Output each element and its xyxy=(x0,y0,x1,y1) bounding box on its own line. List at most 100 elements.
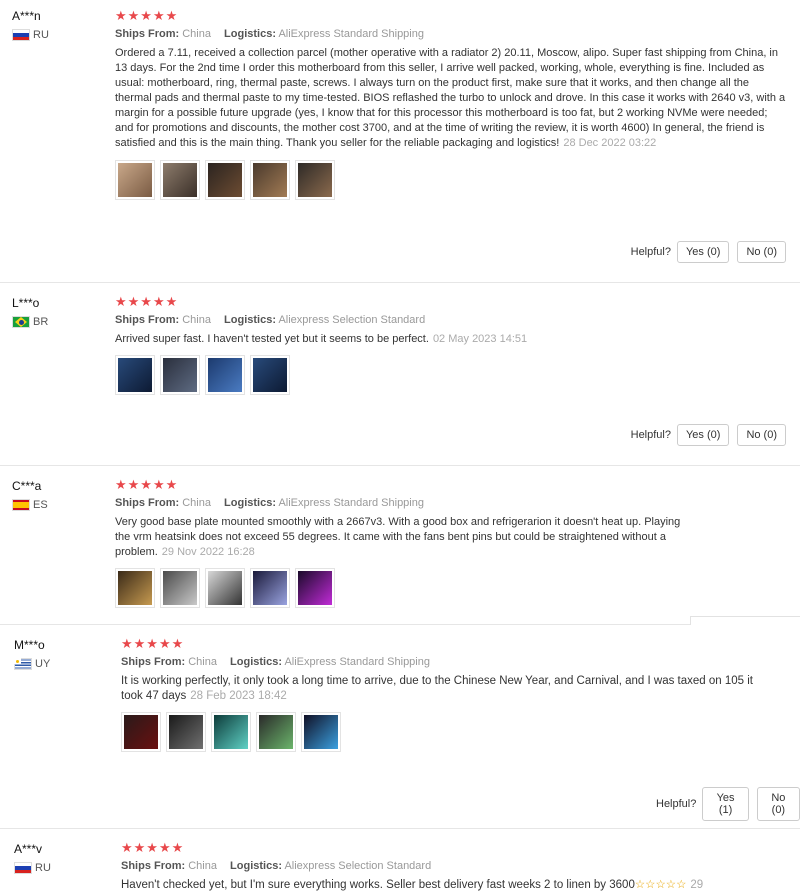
review-text: Arrived super fast. I haven't tested yet… xyxy=(115,332,786,347)
country-code: RU xyxy=(35,862,51,874)
review-date: 28 Dec 2022 03:22 xyxy=(563,137,657,149)
helpful-yes-button[interactable]: Yes (1) xyxy=(702,787,749,821)
helpful-no-button[interactable]: No (0) xyxy=(737,424,786,446)
reviewer-country: ES xyxy=(12,499,48,511)
review-photo[interactable] xyxy=(301,712,341,752)
review-text: Very good base plate mounted smoothly wi… xyxy=(115,515,786,560)
review-photo[interactable] xyxy=(115,160,155,200)
review-text: It is working perfectly, it only took a … xyxy=(121,674,796,704)
review-photo[interactable] xyxy=(256,712,296,752)
country-code: RU xyxy=(33,29,49,41)
helpful-no-button[interactable]: No (0) xyxy=(737,241,786,263)
review-content: Arrived super fast. I haven't tested yet… xyxy=(115,333,429,345)
ships-from-label: Ships From: xyxy=(115,28,180,40)
review-date: 28 Feb 2023 18:42 xyxy=(190,690,287,702)
ships-from-label: Ships From: xyxy=(115,497,180,509)
reviewer-info: L***o BR xyxy=(12,296,48,328)
reviewer-info: A***n RU xyxy=(12,9,49,41)
country-code: BR xyxy=(33,316,49,328)
reviewer-name: L***o xyxy=(12,296,40,310)
star-rating: ★★★★★ xyxy=(115,294,179,309)
helpful-vote: Helpful? Yes (1) No (0) xyxy=(656,787,800,821)
review-item: L***o BR ★★★★★ Ships From: China Logisti… xyxy=(0,283,800,466)
review-body: ★★★★★ Ships From: China Logistics: Aliex… xyxy=(121,840,796,893)
overlapping-card-edge xyxy=(690,616,800,625)
review-photos xyxy=(121,712,796,752)
ships-from-value: China xyxy=(188,860,217,872)
ships-from-value: China xyxy=(182,497,211,509)
review-photo[interactable] xyxy=(115,355,155,395)
country-code: ES xyxy=(33,499,48,511)
review-photo[interactable] xyxy=(121,712,161,752)
review-date: 29 Nov 2022 16:28 xyxy=(161,546,255,558)
review-photo[interactable] xyxy=(211,712,251,752)
brazil-flag-icon xyxy=(12,316,30,328)
country-code: UY xyxy=(35,658,51,670)
shipping-meta: Ships From: China Logistics: AliExpress … xyxy=(115,28,786,40)
ships-from-value: China xyxy=(188,656,217,668)
ships-from-value: China xyxy=(182,28,211,40)
review-item: C***a ES ★★★★★ Ships From: China Logisti… xyxy=(0,466,800,625)
reviewer-info: A***v RU xyxy=(14,842,51,874)
spain-flag-icon xyxy=(12,499,30,511)
review-item: A***v RU ★★★★★ Ships From: China Logisti… xyxy=(0,829,800,896)
review-body: ★★★★★ Ships From: China Logistics: AliEx… xyxy=(121,636,796,752)
russia-flag-icon xyxy=(14,862,32,874)
star-rating: ★★★★★ xyxy=(121,636,185,651)
review-photos xyxy=(115,355,786,395)
review-body: ★★★★★ Ships From: China Logistics: Aliex… xyxy=(115,294,786,395)
reviewer-name: C***a xyxy=(12,479,42,493)
review-photo[interactable] xyxy=(160,160,200,200)
reviewer-name: M***o xyxy=(14,638,45,652)
helpful-label: Helpful? xyxy=(656,798,697,810)
ships-from-label: Ships From: xyxy=(115,314,180,326)
star-rating: ★★★★★ xyxy=(115,477,179,492)
reviewer-info: M***o UY xyxy=(14,638,50,670)
ships-from-label: Ships From: xyxy=(121,860,186,872)
review-content: Haven't checked yet, but I'm sure everyt… xyxy=(121,879,635,891)
review-text: Ordered a 7.11, received a collection pa… xyxy=(115,46,786,151)
helpful-yes-button[interactable]: Yes (0) xyxy=(676,424,730,446)
helpful-yes-button[interactable]: Yes (0) xyxy=(676,241,730,263)
review-content: Ordered a 7.11, received a collection pa… xyxy=(115,47,786,149)
logistics-value: Aliexpress Selection Standard xyxy=(278,314,426,326)
star-rating: ★★★★★ xyxy=(115,8,179,23)
review-photo[interactable] xyxy=(295,160,335,200)
review-photo[interactable] xyxy=(205,568,245,608)
helpful-vote: Helpful? Yes (0) No (0) xyxy=(631,241,786,263)
review-photo[interactable] xyxy=(160,568,200,608)
logistics-value: AliExpress Standard Shipping xyxy=(278,497,424,509)
helpful-no-button[interactable]: No (0) xyxy=(756,787,800,821)
uruguay-flag-icon xyxy=(14,658,32,670)
shipping-meta: Ships From: China Logistics: AliExpress … xyxy=(115,497,786,509)
review-photo[interactable] xyxy=(166,712,206,752)
review-photo[interactable] xyxy=(205,160,245,200)
logistics-label: Logistics: xyxy=(224,497,276,509)
inline-count: 29 xyxy=(690,879,704,891)
review-text: Haven't checked yet, but I'm sure everyt… xyxy=(121,878,796,893)
shipping-meta: Ships From: China Logistics: Aliexpress … xyxy=(115,314,786,326)
logistics-value: Aliexpress Selection Standard xyxy=(284,860,432,872)
logistics-label: Logistics: xyxy=(224,314,276,326)
review-photo[interactable] xyxy=(160,355,200,395)
helpful-label: Helpful? xyxy=(630,429,671,441)
review-item: M***o UY ★★★★★ Ships From: China Logisti… xyxy=(0,625,800,829)
review-body: ★★★★★ Ships From: China Logistics: AliEx… xyxy=(115,8,786,200)
review-photo[interactable] xyxy=(115,568,155,608)
ships-from-label: Ships From: xyxy=(121,656,186,668)
logistics-label: Logistics: xyxy=(230,860,282,872)
review-photo[interactable] xyxy=(250,160,290,200)
ships-from-value: China xyxy=(182,314,211,326)
shipping-meta: Ships From: China Logistics: Aliexpress … xyxy=(121,860,796,872)
review-photo[interactable] xyxy=(250,568,290,608)
review-body: ★★★★★ Ships From: China Logistics: AliEx… xyxy=(115,477,786,608)
reviewer-country: UY xyxy=(14,658,50,670)
review-photos xyxy=(115,160,786,200)
review-photo[interactable] xyxy=(295,568,335,608)
reviewer-name: A***n xyxy=(12,9,41,23)
review-date: 02 May 2023 14:51 xyxy=(432,333,528,345)
reviewer-country: BR xyxy=(12,316,48,328)
review-photos xyxy=(115,568,786,608)
review-photo[interactable] xyxy=(205,355,245,395)
review-photo[interactable] xyxy=(250,355,290,395)
